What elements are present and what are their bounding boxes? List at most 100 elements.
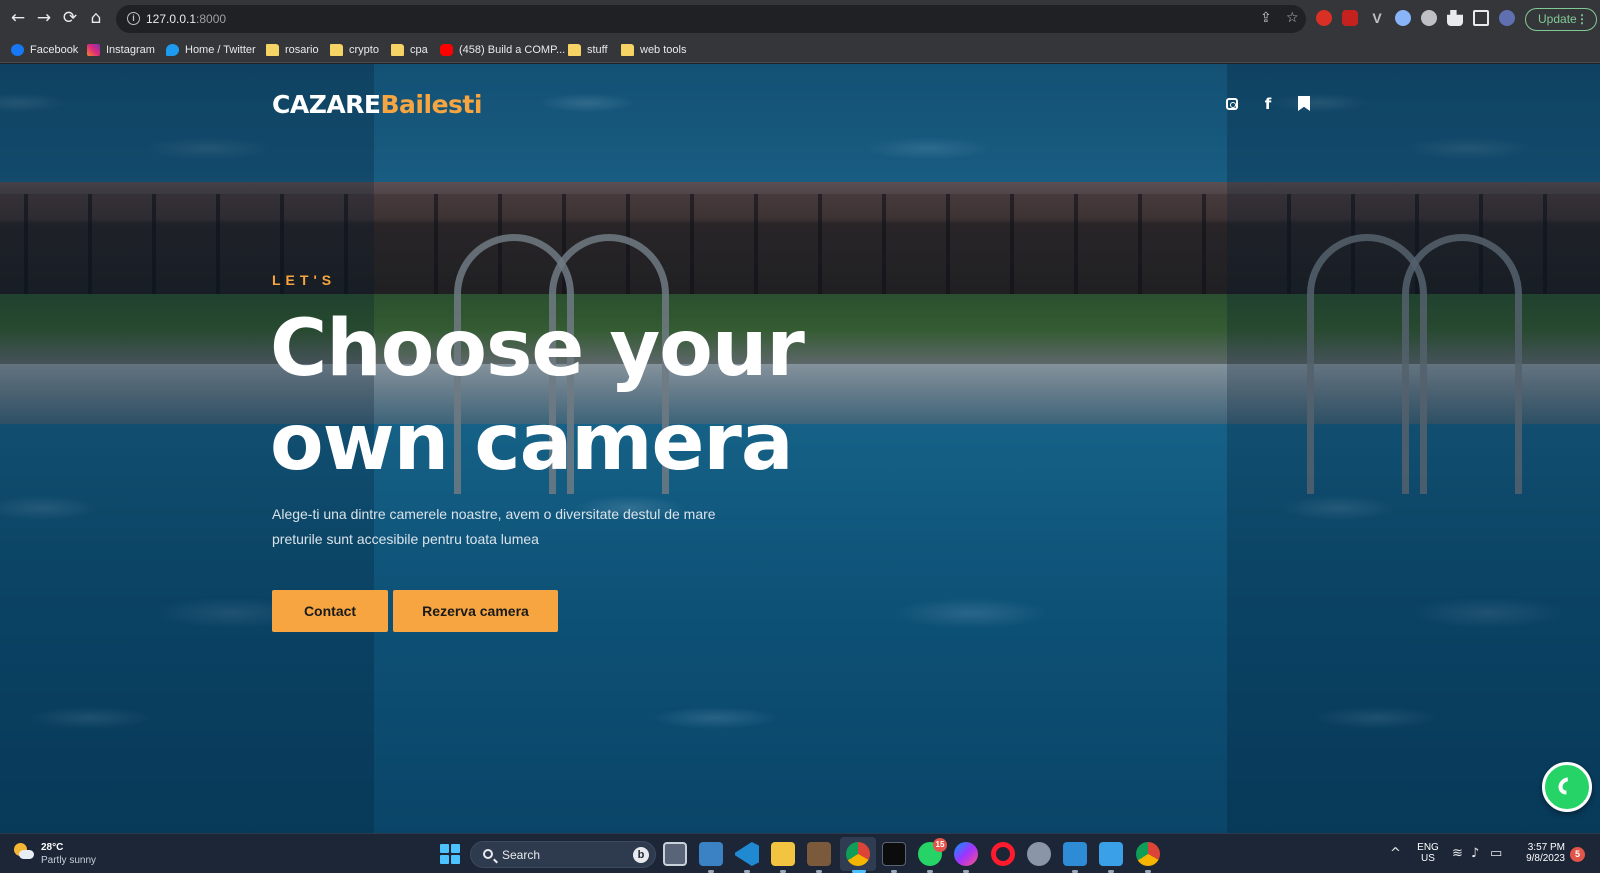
clock[interactable]: 3:57 PM 9/8/2023 — [1513, 842, 1565, 864]
folder-icon — [391, 44, 404, 56]
address-url: 127.0.0.1:8000 — [146, 12, 226, 26]
contact-button[interactable]: Contact — [272, 590, 388, 632]
task-view-icon[interactable] — [663, 842, 687, 866]
extension-v-icon[interactable]: V — [1369, 10, 1385, 26]
side-panel-icon[interactable] — [1473, 10, 1489, 26]
bookmark-label: Instagram — [106, 44, 155, 56]
windows-taskbar: 28°C Partly sunny Search b 15 ^ ENG US ≋… — [0, 833, 1600, 873]
weather-description[interactable]: Partly sunny — [41, 855, 96, 866]
headline-line-2: own camera — [270, 398, 793, 488]
subtext-line-2: preturile sunt accesibile pentru toata l… — [272, 531, 539, 547]
extension-lock-icon[interactable] — [1342, 10, 1358, 26]
whatsapp-badge: 15 — [933, 838, 947, 852]
vscode-icon[interactable] — [735, 842, 759, 866]
facebook-icon — [11, 44, 24, 56]
clock-time: 3:57 PM — [1527, 842, 1565, 853]
bookmark-label: (458) Build a COMP... — [459, 44, 566, 56]
site-info-icon[interactable]: i — [127, 12, 140, 25]
hero-eyebrow: LET'S — [272, 272, 337, 288]
show-hidden-icons[interactable]: ^ — [1390, 846, 1401, 861]
folder-icon — [266, 44, 279, 56]
twitter-icon — [166, 44, 179, 56]
brand-primary: CAZARE — [272, 90, 381, 119]
volume-icon[interactable]: ♪ — [1471, 846, 1479, 861]
youtube-icon — [440, 44, 453, 56]
whatsapp-button[interactable] — [1542, 762, 1592, 812]
update-label: Update — [1538, 12, 1577, 26]
bookmark-label: crypto — [349, 44, 379, 56]
weather-temperature[interactable]: 28°C — [41, 842, 63, 853]
clock-date: 9/8/2023 — [1526, 853, 1565, 864]
opera-icon[interactable] — [991, 842, 1015, 866]
update-button[interactable]: Update ⋮ — [1525, 8, 1597, 31]
battery-icon[interactable]: ▭ — [1490, 846, 1502, 861]
chrome-icon[interactable] — [846, 842, 870, 866]
instagram-icon — [1226, 98, 1238, 110]
hero-subtext: Alege-ti una dintre camerele noastre, av… — [272, 502, 752, 552]
extension-openai-icon[interactable] — [1421, 10, 1437, 26]
bookmark-crypto[interactable]: crypto — [330, 42, 379, 58]
menu-icon[interactable]: ⋮ — [1576, 9, 1588, 30]
messenger-icon[interactable] — [954, 842, 978, 866]
language-line-1: ENG — [1417, 842, 1439, 853]
bookmarks-bar: Facebook Instagram Home / Twitter rosari… — [0, 37, 1600, 63]
address-bar[interactable]: i 127.0.0.1:8000 ⇪ ☆ — [116, 5, 1306, 33]
site-logo[interactable]: CAZAREBailesti — [272, 90, 482, 119]
notification-badge[interactable]: 5 — [1570, 847, 1585, 862]
facebook-link[interactable]: f — [1260, 96, 1276, 112]
bookmark-label: Facebook — [30, 44, 79, 56]
back-button[interactable]: ← — [8, 8, 28, 28]
game-app-icon[interactable] — [807, 842, 831, 866]
bookmark-stuff[interactable]: stuff — [568, 42, 608, 58]
forward-button[interactable]: → — [34, 8, 54, 28]
folder-icon — [330, 44, 343, 56]
instagram-icon — [87, 44, 100, 56]
bookmark-youtube[interactable]: (458) Build a COMP... — [440, 42, 565, 58]
bookmark-label: web tools — [640, 44, 687, 56]
bookmark-instagram[interactable]: Instagram — [87, 42, 155, 58]
reserve-room-button[interactable]: Rezerva camera — [393, 590, 558, 632]
hero-section: CAZAREBailesti f LET'S Choose your own c… — [0, 64, 1600, 833]
instagram-link[interactable] — [1224, 96, 1240, 112]
profile-avatar[interactable] — [1499, 10, 1515, 26]
headline-line-1: Choose your — [270, 304, 805, 394]
extension-gear-icon[interactable] — [1395, 10, 1411, 26]
bookmark-star-icon[interactable]: ☆ — [1286, 10, 1299, 26]
address-host: 127.0.0.1 — [146, 12, 197, 26]
weather-icon[interactable] — [14, 843, 34, 863]
bookmark-cpa[interactable]: cpa — [391, 42, 428, 58]
facebook-icon: f — [1264, 95, 1272, 113]
bookmark-label: stuff — [587, 44, 608, 56]
folder-icon — [568, 44, 581, 56]
wifi-icon[interactable]: ≋ — [1452, 846, 1463, 861]
terminal-icon[interactable] — [882, 842, 906, 866]
settings-icon[interactable] — [1027, 842, 1051, 866]
bookmark-rosario[interactable]: rosario — [266, 42, 319, 58]
bookmark-twitter[interactable]: Home / Twitter — [166, 42, 256, 58]
search-icon — [483, 849, 493, 859]
chrome-profile-icon[interactable] — [1136, 842, 1160, 866]
photos-app-icon[interactable] — [699, 842, 723, 866]
extensions-puzzle-icon[interactable] — [1447, 10, 1463, 26]
bookmark-link[interactable] — [1296, 96, 1312, 112]
language-line-2: US — [1421, 853, 1435, 864]
reload-button[interactable]: ⟳ — [60, 8, 80, 28]
subtext-line-1: Alege-ti una dintre camerele noastre, av… — [272, 506, 716, 522]
extension-red-icon[interactable] — [1316, 10, 1332, 26]
bing-icon[interactable]: b — [633, 847, 649, 863]
folder-icon — [621, 44, 634, 56]
bookmark-facebook[interactable]: Facebook — [11, 42, 78, 58]
share-icon[interactable]: ⇪ — [1260, 10, 1272, 26]
bookmark-label: cpa — [410, 44, 428, 56]
home-button[interactable]: ⌂ — [86, 8, 106, 28]
brand-accent: Bailesti — [380, 90, 483, 119]
file-explorer-icon[interactable] — [771, 842, 795, 866]
store-icon[interactable] — [1063, 842, 1087, 866]
start-button[interactable] — [440, 844, 460, 864]
language-indicator[interactable]: ENG US — [1414, 842, 1442, 864]
taskbar-search[interactable]: Search b — [470, 841, 656, 868]
whatsapp-icon — [1554, 773, 1580, 799]
bookmark-label: rosario — [285, 44, 319, 56]
paint-icon[interactable] — [1099, 842, 1123, 866]
bookmark-web-tools[interactable]: web tools — [621, 42, 686, 58]
